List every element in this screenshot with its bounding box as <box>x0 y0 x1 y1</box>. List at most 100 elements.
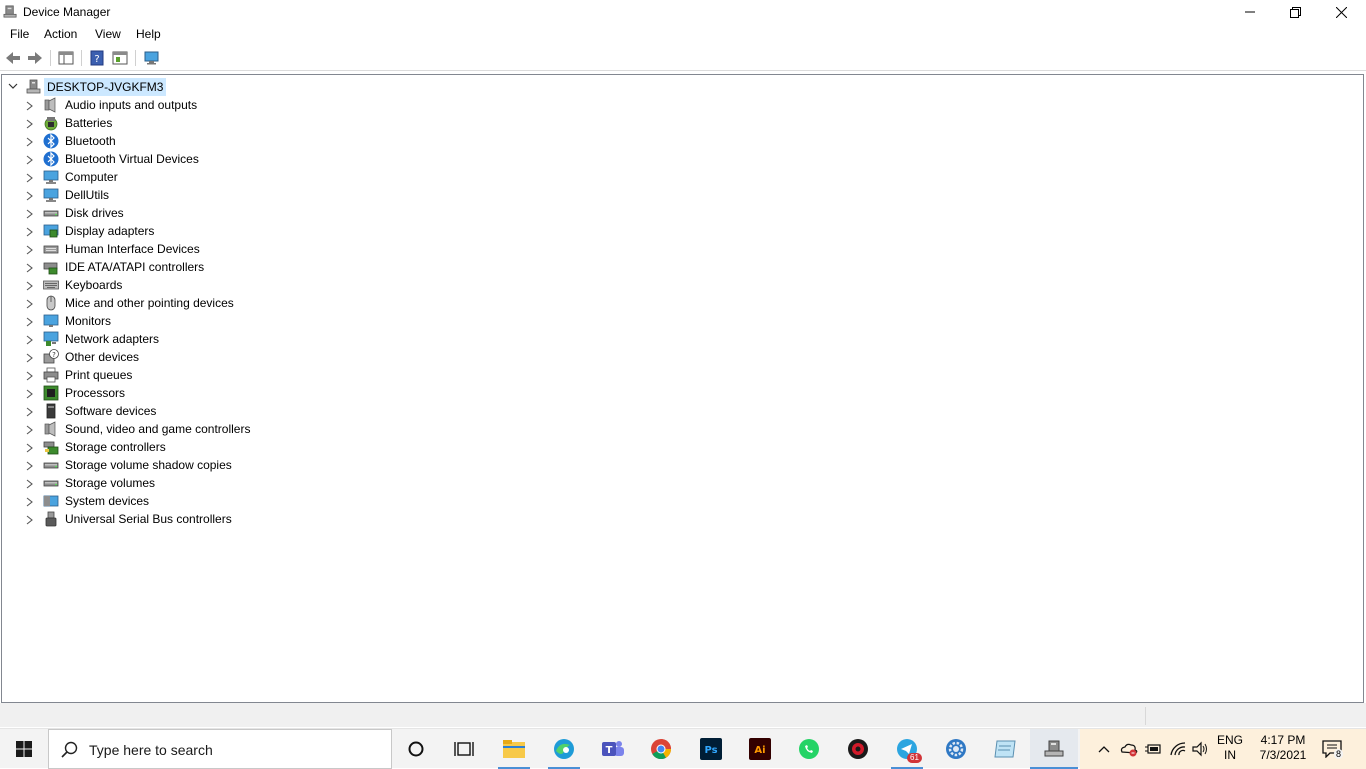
chevron-right-icon[interactable] <box>26 515 34 525</box>
chevron-right-icon[interactable] <box>26 119 34 129</box>
tree-node-label[interactable]: DellUtils <box>65 186 109 204</box>
whatsapp-button[interactable] <box>785 729 833 769</box>
chevron-right-icon[interactable] <box>26 155 34 165</box>
tree-node-label[interactable]: Processors <box>65 384 125 402</box>
tree-node-label[interactable]: Computer <box>65 168 118 186</box>
tree-node[interactable]: Computer <box>26 168 326 186</box>
tree-node-label[interactable]: Display adapters <box>65 222 154 240</box>
help-icon[interactable]: ? <box>88 49 106 67</box>
security-app-button[interactable] <box>834 729 882 769</box>
chevron-right-icon[interactable] <box>26 317 34 327</box>
tree-node-label[interactable]: Monitors <box>65 312 111 330</box>
tree-node[interactable]: DellUtils <box>26 186 326 204</box>
device-manager-taskbar-button[interactable] <box>1030 729 1078 769</box>
tree-node[interactable]: Software devices <box>26 402 326 420</box>
tree-node[interactable]: Sound, video and game controllers <box>26 420 326 438</box>
tree-node-label[interactable]: Sound, video and game controllers <box>65 420 250 438</box>
chevron-right-icon[interactable] <box>26 461 34 471</box>
tree-root-label[interactable]: DESKTOP-JVGKFM3 <box>44 78 167 96</box>
photoshop-button[interactable]: Ps <box>687 729 735 769</box>
tree-node-label[interactable]: Batteries <box>65 114 112 132</box>
tree-node-label[interactable]: Network adapters <box>65 330 159 348</box>
tree-node-label[interactable]: Bluetooth Virtual Devices <box>65 150 199 168</box>
tree-node[interactable]: Batteries <box>26 114 326 132</box>
tree-node[interactable]: Storage volume shadow copies <box>26 456 326 474</box>
properties-icon[interactable] <box>111 49 129 67</box>
tree-node-label[interactable]: IDE ATA/ATAPI controllers <box>65 258 204 276</box>
show-hide-console-tree-icon[interactable] <box>57 49 75 67</box>
tree-node[interactable]: Disk drives <box>26 204 326 222</box>
forward-arrow-icon[interactable] <box>26 49 44 67</box>
tree-node[interactable]: Storage controllers <box>26 438 326 456</box>
scan-hardware-icon[interactable] <box>143 49 161 67</box>
device-tree[interactable]: DESKTOP-JVGKFM3 Audio inputs and outputs… <box>1 74 1364 703</box>
chevron-right-icon[interactable] <box>26 479 34 489</box>
close-button[interactable] <box>1318 0 1364 24</box>
tree-node[interactable]: Bluetooth Virtual Devices <box>26 150 326 168</box>
chevron-right-icon[interactable] <box>26 209 34 219</box>
tree-node-label[interactable]: Storage controllers <box>65 438 166 456</box>
tree-node[interactable]: Mice and other pointing devices <box>26 294 326 312</box>
chevron-right-icon[interactable] <box>26 425 34 435</box>
tree-node-label[interactable]: Mice and other pointing devices <box>65 294 234 312</box>
chevron-right-icon[interactable] <box>26 497 34 507</box>
notepad-button[interactable] <box>981 729 1029 769</box>
tree-node[interactable]: System devices <box>26 492 326 510</box>
chevron-right-icon[interactable] <box>26 245 34 255</box>
input-language-indicator[interactable]: ENG IN <box>1216 733 1244 763</box>
minimize-button[interactable] <box>1227 0 1273 24</box>
telegram-button[interactable]: 61 <box>883 729 931 769</box>
menu-help[interactable]: Help <box>136 27 161 41</box>
edge-button[interactable] <box>540 729 588 769</box>
tree-node[interactable]: Monitors <box>26 312 326 330</box>
tree-node[interactable]: Audio inputs and outputs <box>26 96 326 114</box>
tree-node-label[interactable]: Storage volume shadow copies <box>65 456 232 474</box>
restore-button[interactable] <box>1272 0 1318 24</box>
chevron-right-icon[interactable] <box>26 191 34 201</box>
chevron-right-icon[interactable] <box>26 281 34 291</box>
tree-node-label[interactable]: System devices <box>65 492 149 510</box>
chrome-button[interactable] <box>637 729 685 769</box>
start-button[interactable] <box>0 729 48 769</box>
action-center-button[interactable]: 8 <box>1320 737 1346 761</box>
tree-node[interactable]: IDE ATA/ATAPI controllers <box>26 258 326 276</box>
tree-node[interactable]: Bluetooth <box>26 132 326 150</box>
chevron-right-icon[interactable] <box>26 263 34 273</box>
chevron-right-icon[interactable] <box>26 389 34 399</box>
tree-node-label[interactable]: Disk drives <box>65 204 124 222</box>
chevron-right-icon[interactable] <box>26 353 34 363</box>
illustrator-button[interactable]: Ai <box>736 729 784 769</box>
chevron-down-icon[interactable] <box>8 83 18 91</box>
onedrive-tray-button[interactable] <box>1119 739 1139 759</box>
tree-node[interactable]: Universal Serial Bus controllers <box>26 510 326 528</box>
back-arrow-icon[interactable] <box>4 49 22 67</box>
tree-node-label[interactable]: Human Interface Devices <box>65 240 200 258</box>
menu-view[interactable]: View <box>95 27 121 41</box>
tree-node-label[interactable]: Bluetooth <box>65 132 116 150</box>
tree-node-label[interactable]: Other devices <box>65 348 139 366</box>
volume-tray-button[interactable] <box>1190 739 1210 759</box>
tree-node[interactable]: Human Interface Devices <box>26 240 326 258</box>
tree-node[interactable]: ? Other devices <box>26 348 326 366</box>
file-explorer-button[interactable] <box>490 729 538 769</box>
chevron-right-icon[interactable] <box>26 443 34 453</box>
tree-node-label[interactable]: Keyboards <box>65 276 122 294</box>
tree-node-label[interactable]: Universal Serial Bus controllers <box>65 510 232 528</box>
tree-node-label[interactable]: Software devices <box>65 402 156 420</box>
tree-node[interactable]: Keyboards <box>26 276 326 294</box>
tree-node[interactable]: Processors <box>26 384 326 402</box>
tree-node-label[interactable]: Audio inputs and outputs <box>65 96 197 114</box>
tree-node-label[interactable]: Storage volumes <box>65 474 155 492</box>
chevron-right-icon[interactable] <box>26 335 34 345</box>
chevron-right-icon[interactable] <box>26 173 34 183</box>
chevron-right-icon[interactable] <box>26 137 34 147</box>
tree-node[interactable]: Print queues <box>26 366 326 384</box>
menu-action[interactable]: Action <box>44 27 77 41</box>
menu-file[interactable]: File <box>10 27 29 41</box>
wifi-tray-button[interactable] <box>1168 739 1188 759</box>
teams-button[interactable]: T <box>589 729 637 769</box>
settings-button[interactable] <box>932 729 980 769</box>
battery-tray-button[interactable] <box>1143 739 1163 759</box>
tree-node[interactable]: Display adapters <box>26 222 326 240</box>
show-hidden-icons-button[interactable] <box>1094 739 1114 759</box>
